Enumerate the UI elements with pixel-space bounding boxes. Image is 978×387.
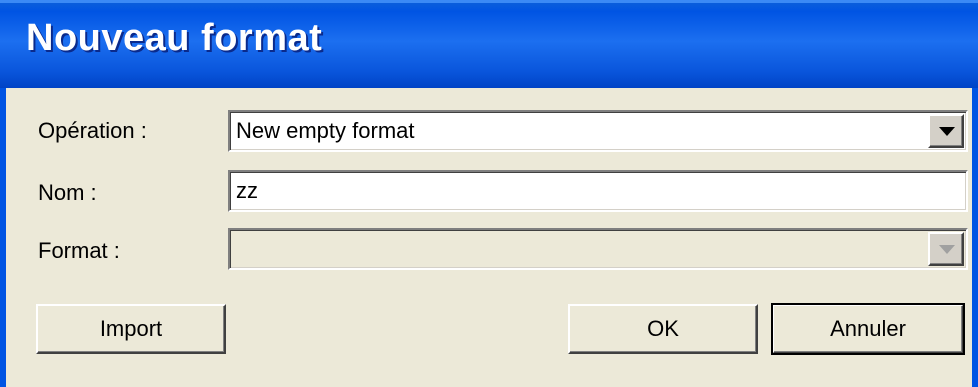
operation-value: New empty format xyxy=(236,118,415,143)
nom-input[interactable]: zz xyxy=(228,170,968,212)
nom-label: Nom : xyxy=(38,180,97,205)
import-button[interactable]: Import xyxy=(36,304,226,354)
chevron-down-icon xyxy=(939,127,955,136)
operation-dropdown-button[interactable] xyxy=(928,114,964,148)
ok-button[interactable]: OK xyxy=(568,304,758,354)
format-label: Format : xyxy=(38,238,120,263)
chevron-down-icon xyxy=(939,245,955,254)
nom-value: zz xyxy=(236,178,258,203)
title-bar[interactable]: Nouveau format xyxy=(0,0,978,88)
format-dropdown-button xyxy=(928,232,964,266)
operation-label: Opération : xyxy=(38,118,147,143)
operation-select[interactable]: New empty format xyxy=(228,110,968,152)
format-select xyxy=(228,228,968,270)
dialog-title: Nouveau format xyxy=(26,17,323,59)
cancel-button[interactable]: Annuler xyxy=(771,303,965,355)
new-format-dialog: Nouveau format Opération : New empty for… xyxy=(0,0,978,387)
dialog-body: Opération : New empty format Nom : zz Fo… xyxy=(0,88,978,387)
